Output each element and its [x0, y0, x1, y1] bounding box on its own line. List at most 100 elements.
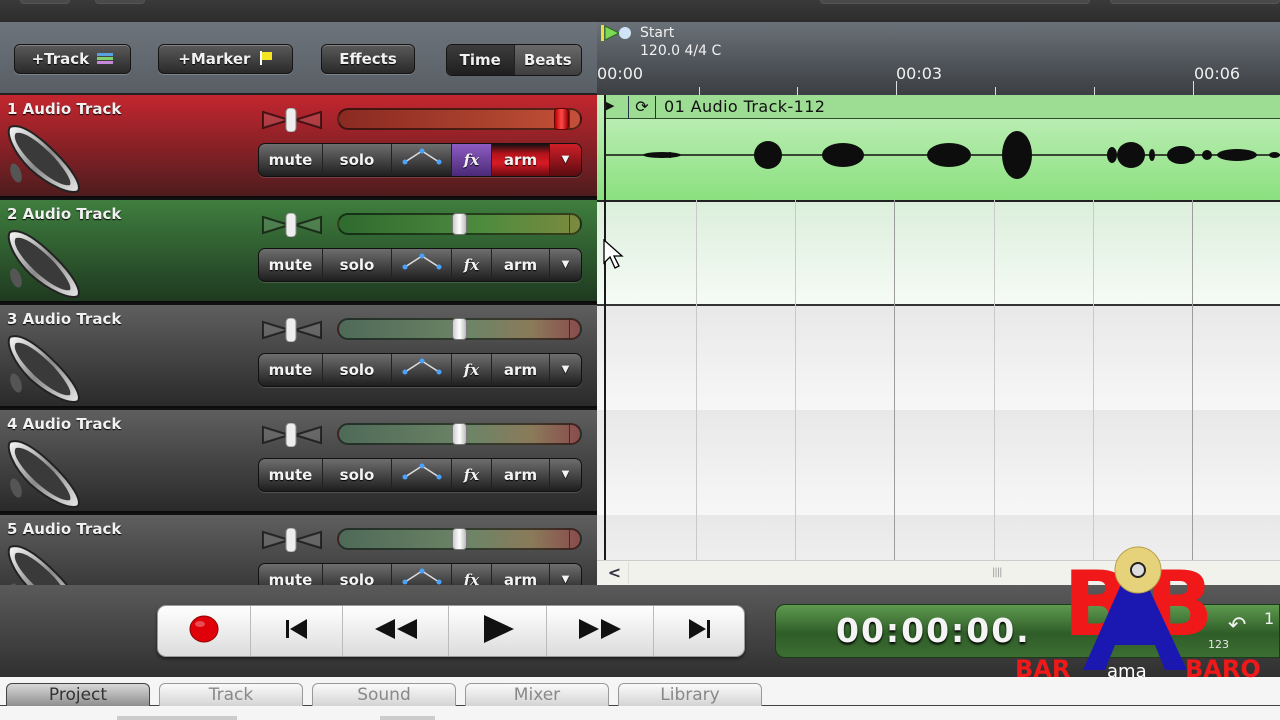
track-header[interactable]: 5 Audio Track mute solo fx arm ▼: [0, 515, 597, 585]
track-name[interactable]: 2 Audio Track: [7, 205, 121, 223]
audio-clip-header[interactable]: ▶ ⟳ 01 Audio Track-112: [604, 95, 1280, 119]
tab-project[interactable]: Project: [6, 683, 150, 706]
pan-knob[interactable]: [261, 107, 323, 136]
track-lane[interactable]: [597, 410, 1280, 515]
mute-button[interactable]: mute: [259, 564, 323, 585]
track-lane[interactable]: [597, 200, 1280, 305]
metronome-icon[interactable]: 1: [1264, 609, 1274, 628]
time-mode-button[interactable]: Time: [447, 45, 514, 75]
record-button[interactable]: [158, 606, 251, 656]
chevron-down-icon: ▼: [561, 574, 570, 585]
track-options-dropdown[interactable]: ▼: [550, 354, 581, 386]
fast-forward-button[interactable]: [547, 606, 654, 656]
volume-slider[interactable]: [337, 213, 582, 235]
mute-button[interactable]: mute: [259, 354, 323, 386]
tempo-signature[interactable]: 120.0 4/4 C: [640, 43, 721, 59]
play-icon: [478, 614, 518, 648]
go-to-start-button[interactable]: [251, 606, 343, 656]
automation-button[interactable]: [392, 354, 452, 386]
track-header[interactable]: 3 Audio Track mute solo fx arm ▼: [0, 305, 597, 408]
solo-button[interactable]: solo: [323, 459, 392, 491]
marker-flag-icon: [259, 46, 273, 74]
track-lane[interactable]: ▶ ⟳ 01 Audio Track-112: [597, 95, 1280, 200]
volume-thumb[interactable]: [452, 318, 467, 340]
add-marker-label: +Marker: [178, 50, 251, 68]
timeline-horizontal-scrollbar[interactable]: < ||||: [597, 560, 1280, 585]
track-button-group: mute solo fx arm ▼: [258, 143, 582, 177]
volume-thumb[interactable]: [452, 423, 467, 445]
solo-button[interactable]: solo: [323, 144, 392, 176]
volume-slider[interactable]: [337, 528, 582, 550]
track-options-dropdown[interactable]: ▼: [550, 564, 581, 585]
fx-button[interactable]: fx: [452, 354, 492, 386]
track-name[interactable]: 3 Audio Track: [7, 310, 121, 328]
scroll-left-icon[interactable]: <: [601, 562, 629, 584]
fx-button[interactable]: fx: [452, 459, 492, 491]
mute-button[interactable]: mute: [259, 249, 323, 281]
solo-button[interactable]: solo: [323, 354, 392, 386]
clip-loop-icon[interactable]: ⟳: [628, 96, 656, 119]
tab-track[interactable]: Track: [159, 683, 303, 706]
clip-play-icon[interactable]: ▶: [606, 99, 614, 112]
pan-knob[interactable]: [261, 212, 323, 241]
chevron-down-icon: ▼: [561, 154, 570, 165]
volume-slider[interactable]: [337, 318, 582, 340]
track-options-dropdown[interactable]: ▼: [550, 249, 581, 281]
add-marker-button[interactable]: +Marker: [158, 44, 293, 74]
automation-button[interactable]: [392, 144, 452, 176]
track-header[interactable]: 1 Audio Track mute solo fx arm ▼: [0, 95, 597, 198]
solo-button[interactable]: solo: [323, 249, 392, 281]
arm-button[interactable]: arm: [492, 354, 550, 386]
play-button[interactable]: [449, 606, 547, 656]
volume-slider[interactable]: [337, 423, 582, 445]
rewind-button[interactable]: [343, 606, 449, 656]
start-marker-flag-icon[interactable]: [601, 24, 635, 46]
track-options-dropdown[interactable]: ▼: [550, 144, 581, 176]
fx-button[interactable]: fx: [452, 249, 492, 281]
track-header[interactable]: 4 Audio Track mute solo fx arm ▼: [0, 410, 597, 513]
arm-button[interactable]: arm: [492, 564, 550, 585]
automation-button[interactable]: [392, 249, 452, 281]
track-name[interactable]: 5 Audio Track: [7, 520, 121, 538]
automation-button[interactable]: [392, 564, 452, 585]
tab-library[interactable]: Library: [618, 683, 762, 706]
solo-button[interactable]: solo: [323, 564, 392, 585]
arm-button[interactable]: arm: [492, 144, 550, 176]
track-name[interactable]: 1 Audio Track: [7, 100, 121, 118]
grid-line: [696, 200, 697, 560]
track-lane[interactable]: [597, 515, 1280, 560]
arm-button[interactable]: arm: [492, 249, 550, 281]
add-track-button[interactable]: +Track: [14, 44, 131, 74]
track-header[interactable]: 2 Audio Track mute solo fx arm ▼: [0, 200, 597, 303]
arrangement-area[interactable]: ▶ ⟳ 01 Audio Track-112: [597, 95, 1280, 560]
beats-mode-button[interactable]: Beats: [513, 45, 581, 75]
volume-thumb[interactable]: [452, 528, 467, 550]
volume-thumb[interactable]: [452, 213, 467, 235]
arm-button[interactable]: arm: [492, 459, 550, 491]
mute-button[interactable]: mute: [259, 144, 323, 176]
track-options-dropdown[interactable]: ▼: [550, 459, 581, 491]
automation-button[interactable]: [392, 459, 452, 491]
timeline-ruler[interactable]: Start 120.0 4/4 C 00:00 00:03 00:06: [597, 22, 1280, 95]
waveform-segment: [1107, 147, 1117, 163]
grid-line: [1093, 200, 1094, 560]
playhead[interactable]: [604, 95, 606, 560]
counter-mode-label[interactable]: 123: [1208, 638, 1229, 651]
tab-mixer[interactable]: Mixer: [465, 683, 609, 706]
undo-icon[interactable]: ↶: [1228, 613, 1246, 638]
volume-thumb[interactable]: [553, 108, 569, 130]
pan-knob[interactable]: [261, 317, 323, 346]
effects-button[interactable]: Effects: [321, 44, 415, 74]
go-to-end-button[interactable]: [654, 606, 744, 656]
scroll-grip-icon[interactable]: ||||: [992, 567, 1003, 578]
mute-button[interactable]: mute: [259, 459, 323, 491]
pan-knob[interactable]: [261, 422, 323, 451]
fx-button[interactable]: fx: [452, 564, 492, 585]
track-name[interactable]: 4 Audio Track: [7, 415, 121, 433]
skip-back-icon: [283, 617, 311, 645]
tab-sound[interactable]: Sound: [312, 683, 456, 706]
pan-knob[interactable]: [261, 527, 323, 556]
fx-button[interactable]: fx: [452, 144, 492, 176]
volume-slider[interactable]: [337, 108, 582, 130]
track-lane[interactable]: [597, 305, 1280, 410]
